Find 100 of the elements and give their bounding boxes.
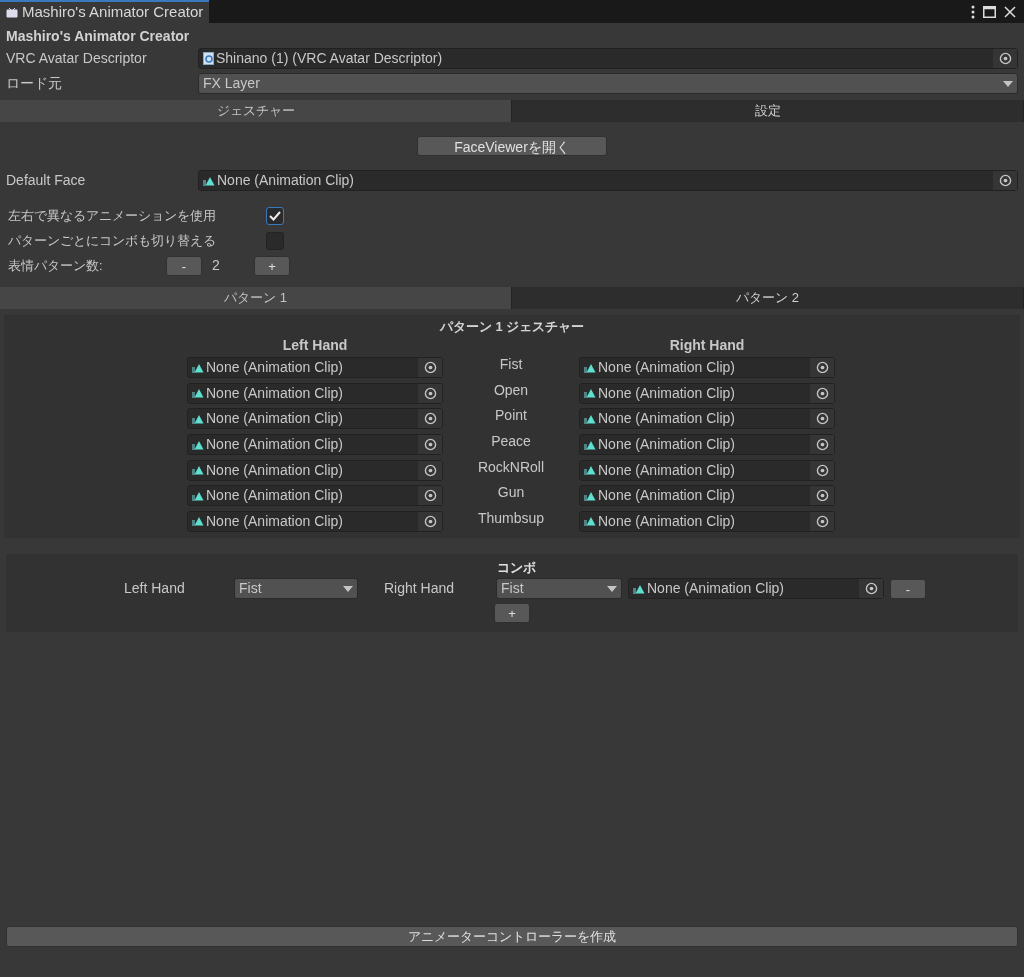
picker-button[interactable]	[993, 171, 1017, 190]
picker-button[interactable]	[418, 409, 442, 429]
field-value: None (Animation Clip)	[206, 409, 344, 429]
gesture-label: Gun	[496, 483, 526, 503]
target-icon[interactable]	[815, 386, 829, 400]
column-header: Left Hand	[281, 336, 349, 355]
small-button[interactable]: -	[166, 255, 202, 276]
field-value: None (Animation Clip)	[598, 460, 736, 480]
object-field[interactable]: None (Animation Clip)	[187, 459, 443, 481]
checkbox[interactable]	[266, 206, 284, 225]
target-icon[interactable]	[423, 463, 437, 477]
target-icon[interactable]	[423, 386, 437, 400]
object-field[interactable]: None (Animation Clip)	[187, 408, 443, 430]
object-field[interactable]: None (Animation Clip)	[579, 382, 835, 404]
picker-button[interactable]	[810, 511, 834, 531]
picker-button[interactable]	[810, 486, 834, 506]
small-button[interactable]: +	[254, 255, 290, 276]
window-icon	[6, 6, 18, 19]
object-field[interactable]: None (Animation Clip)	[579, 434, 835, 456]
column-header: Right Hand	[668, 336, 746, 355]
target-icon[interactable]	[998, 52, 1012, 65]
target-icon[interactable]	[423, 489, 437, 503]
field-value: None (Animation Clip)	[598, 383, 736, 403]
picker-button[interactable]	[810, 435, 834, 455]
field-value: None (Animation Clip)	[206, 358, 344, 378]
dropdown[interactable]: Fist	[234, 578, 358, 600]
object-field[interactable]: Shinano (1) (VRC Avatar Descriptor)	[198, 48, 1018, 69]
target-icon[interactable]	[864, 582, 878, 596]
caret-icon	[343, 585, 353, 592]
picker-button[interactable]	[810, 383, 834, 403]
animation-clip-icon	[192, 388, 204, 399]
target-icon[interactable]	[998, 174, 1012, 187]
dropdown[interactable]: FX Layer	[198, 73, 1018, 94]
dropdown[interactable]: Fist	[496, 578, 622, 600]
field-value: None (Animation Clip)	[206, 486, 344, 506]
target-icon[interactable]	[815, 463, 829, 477]
picker-button[interactable]	[418, 358, 442, 378]
object-field[interactable]: None (Animation Clip)	[187, 382, 443, 404]
object-field[interactable]: None (Animation Clip)	[187, 434, 443, 456]
create-button[interactable]: アニメーターコントローラーを作成	[6, 926, 1018, 947]
caret-icon	[607, 585, 617, 592]
more-options-icon[interactable]	[971, 4, 975, 19]
maximize-icon[interactable]	[983, 5, 996, 18]
dropdown-value: Fist	[239, 579, 262, 599]
object-field[interactable]: None (Animation Clip)	[579, 510, 835, 532]
field-label: VRC Avatar Descriptor	[6, 49, 148, 68]
object-field[interactable]: None (Animation Clip)	[187, 485, 443, 507]
field-value: None (Animation Clip)	[598, 409, 736, 429]
tab[interactable]: 設定	[512, 100, 1024, 122]
field-label: Default Face	[6, 171, 87, 190]
object-field[interactable]: None (Animation Clip)	[187, 357, 443, 379]
field-value: None (Animation Clip)	[598, 435, 736, 455]
object-field[interactable]: None (Animation Clip)	[628, 578, 884, 600]
object-field[interactable]: None (Animation Clip)	[187, 510, 443, 532]
object-field[interactable]: None (Animation Clip)	[198, 170, 1018, 191]
object-field[interactable]: None (Animation Clip)	[579, 408, 835, 430]
animation-clip-icon	[584, 490, 596, 501]
picker-button[interactable]	[418, 460, 442, 480]
object-field[interactable]: None (Animation Clip)	[579, 459, 835, 481]
animation-clip-icon	[203, 175, 215, 186]
picker-button[interactable]	[993, 49, 1017, 68]
small-button[interactable]: -	[890, 578, 926, 599]
panel-title: コンボ	[497, 559, 536, 578]
picker-button[interactable]	[859, 579, 883, 599]
tab[interactable]: パターン 2	[512, 287, 1024, 309]
field-value: None (Animation Clip)	[206, 383, 344, 403]
small-button[interactable]: +	[494, 603, 530, 624]
target-icon[interactable]	[815, 438, 829, 452]
small-button[interactable]: FaceViewerを開く	[417, 136, 607, 156]
tab[interactable]: ジェスチャー	[0, 100, 512, 122]
picker-button[interactable]	[810, 460, 834, 480]
gesture-label: Peace	[490, 432, 532, 452]
picker-button[interactable]	[418, 511, 442, 531]
animation-clip-icon	[584, 465, 596, 476]
tab[interactable]: パターン 1	[0, 287, 512, 309]
target-icon[interactable]	[423, 361, 437, 375]
target-icon[interactable]	[815, 361, 829, 375]
target-icon[interactable]	[423, 514, 437, 528]
script-icon	[203, 52, 214, 65]
animation-clip-icon	[192, 516, 204, 527]
target-icon[interactable]	[815, 514, 829, 528]
picker-button[interactable]	[418, 486, 442, 506]
picker-button[interactable]	[810, 358, 834, 378]
field-value: Shinano (1) (VRC Avatar Descriptor)	[216, 49, 444, 68]
window-tab[interactable]: Mashiro's Animator Creator	[0, 0, 210, 23]
picker-button[interactable]	[810, 409, 834, 429]
target-icon[interactable]	[815, 412, 829, 426]
picker-button[interactable]	[418, 435, 442, 455]
animation-clip-icon	[584, 414, 596, 424]
target-icon[interactable]	[815, 489, 829, 503]
target-icon[interactable]	[423, 438, 437, 452]
picker-button[interactable]	[418, 383, 442, 403]
target-icon[interactable]	[423, 412, 437, 426]
close-icon[interactable]	[1004, 5, 1016, 18]
option-label: 表情パターン数:	[8, 256, 104, 275]
object-field[interactable]: None (Animation Clip)	[579, 357, 835, 379]
checkmark-icon	[269, 210, 281, 221]
object-field[interactable]: None (Animation Clip)	[579, 485, 835, 507]
field-value: None (Animation Clip)	[598, 358, 736, 378]
animation-clip-icon	[584, 362, 596, 373]
